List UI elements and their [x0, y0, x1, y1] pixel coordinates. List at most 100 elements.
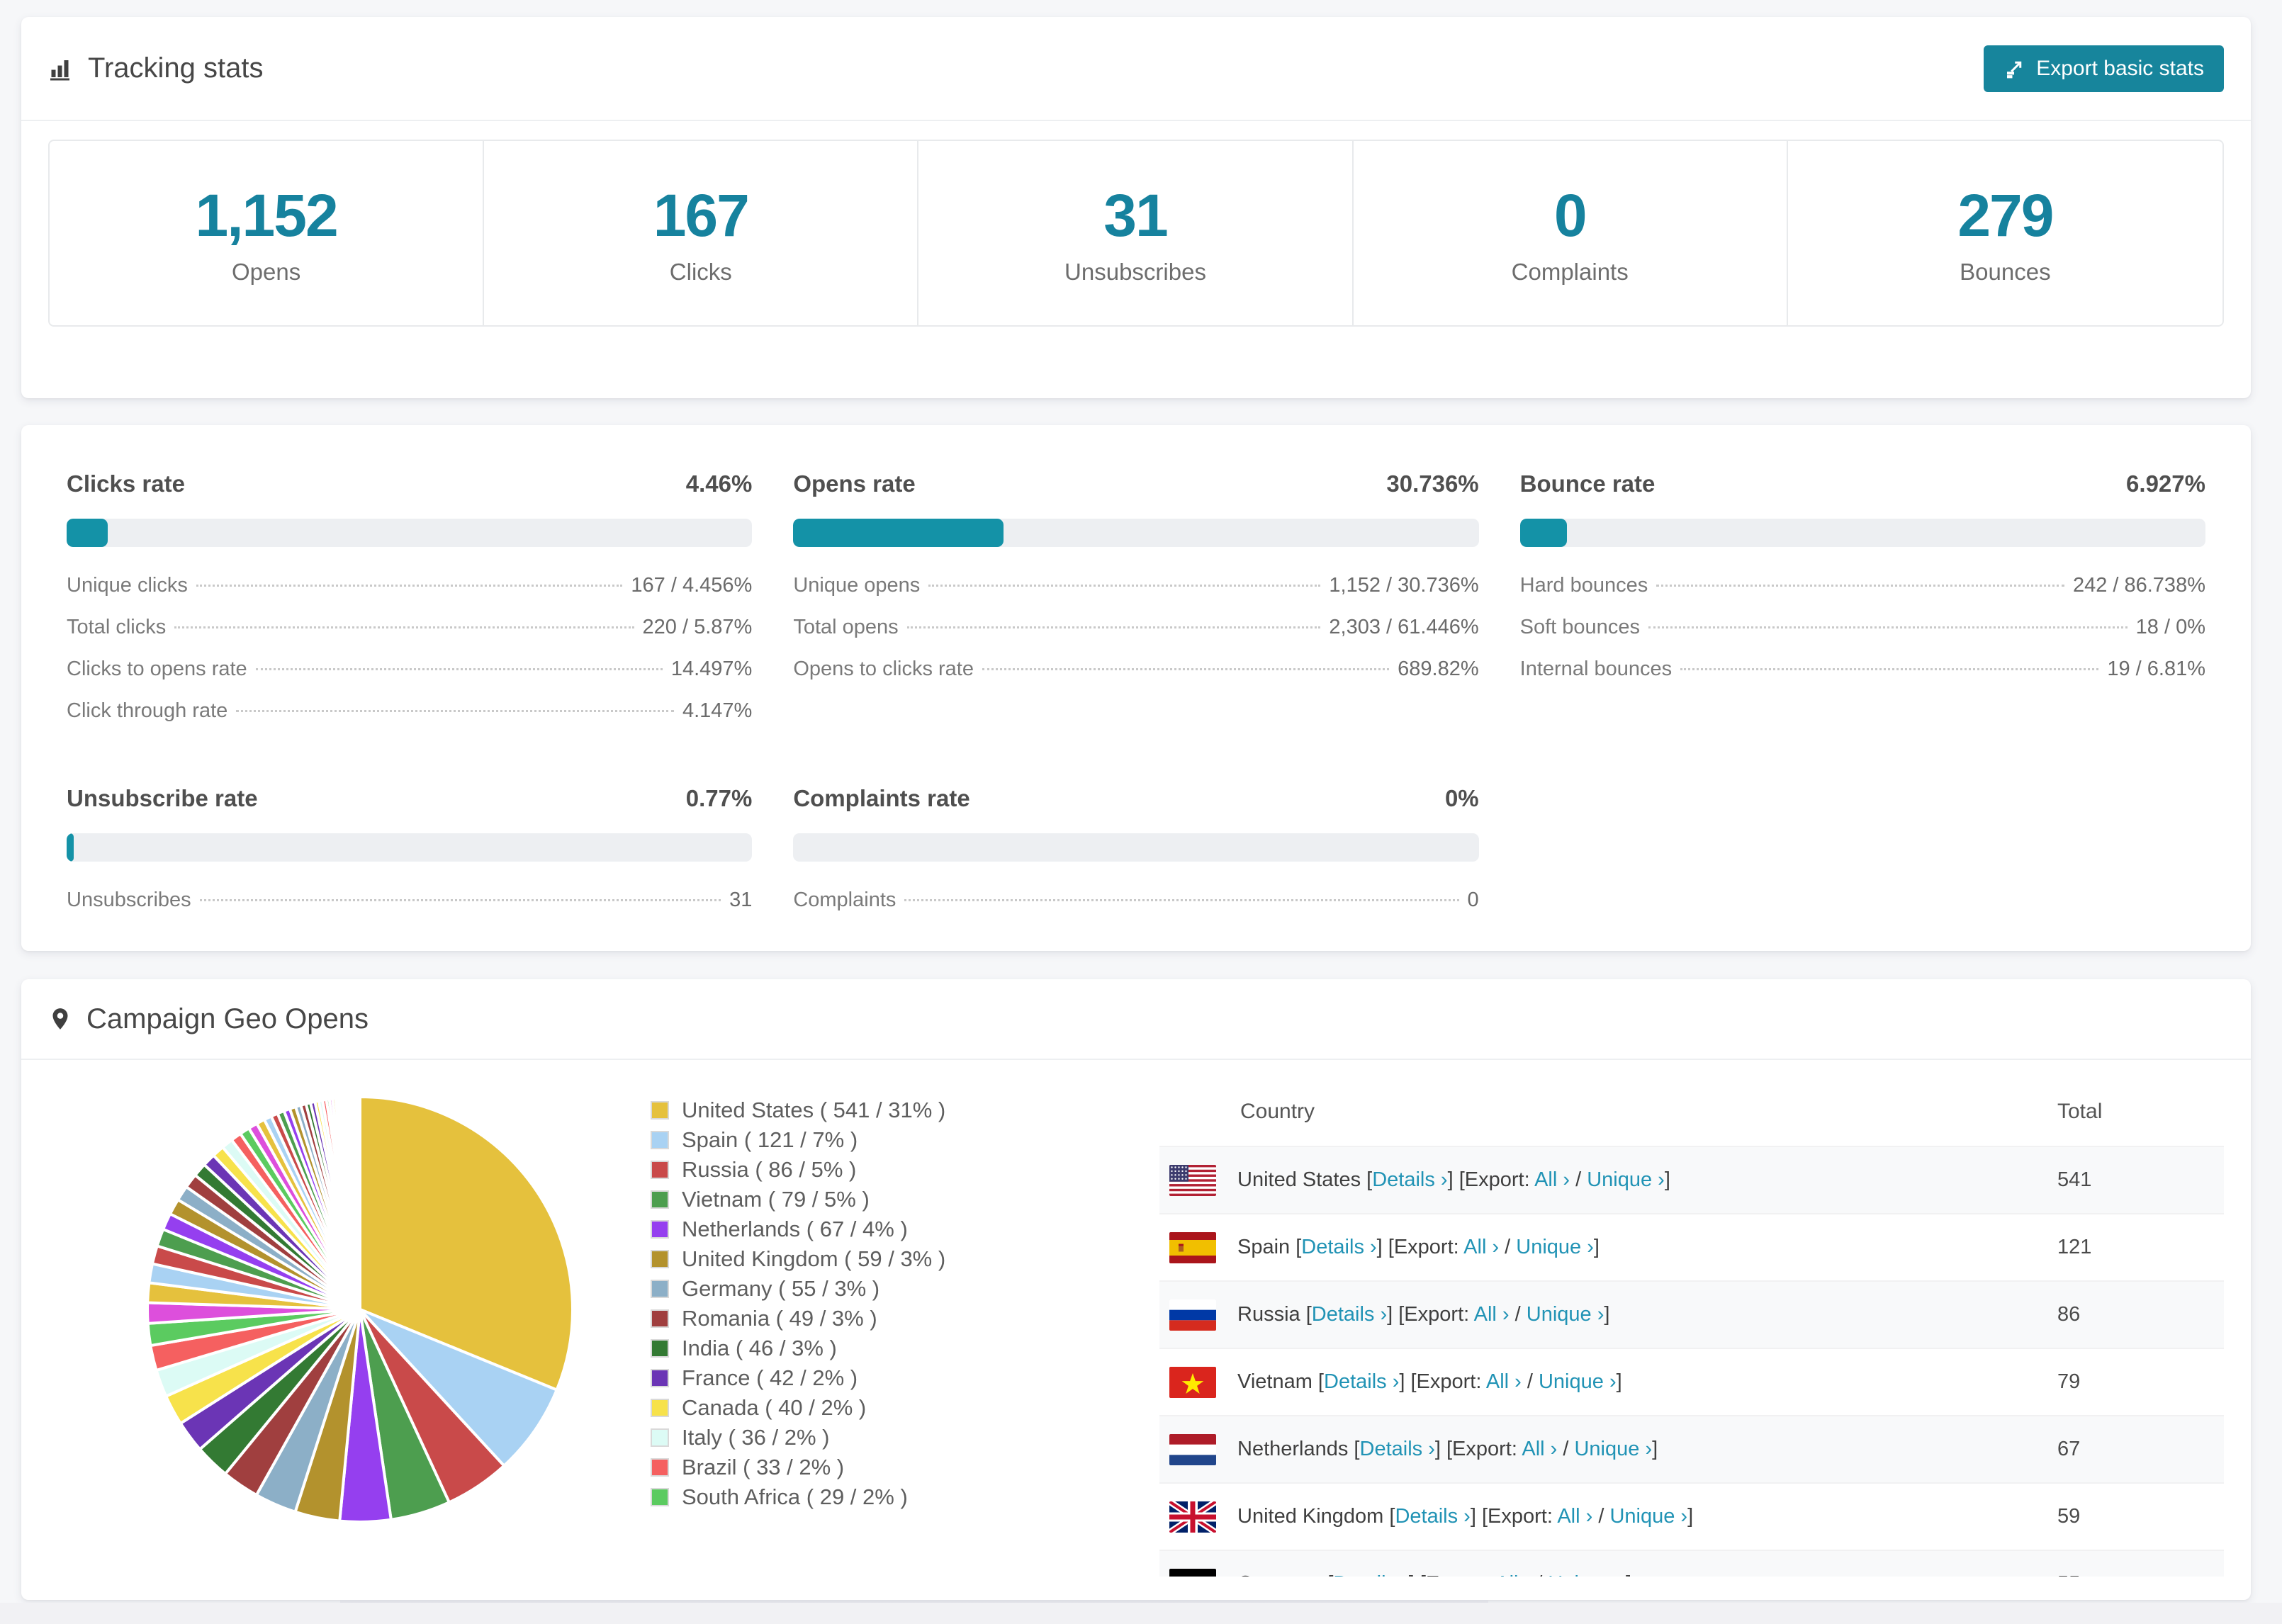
rate-detail-label: Soft bounces — [1519, 616, 1640, 638]
legend-label: Netherlands ( 67 / 4% ) — [682, 1217, 908, 1241]
export-unique-link[interactable]: Unique › — [1516, 1236, 1594, 1258]
pie-chart-svg — [146, 1095, 574, 1523]
country-name: United Kingdom — [1237, 1505, 1384, 1528]
rate-detail-value: 4.147% — [682, 699, 753, 722]
flag-icon-de — [1169, 1568, 1216, 1577]
rate-progress-track — [1519, 519, 2205, 547]
details-link[interactable]: Details › — [1312, 1303, 1387, 1326]
rate-detail-value: 167 / 4.456% — [631, 574, 753, 597]
rate-progress-fill — [67, 519, 108, 547]
legend-label: Brazil ( 33 / 2% ) — [682, 1455, 845, 1479]
rate-detail-value: 2,303 / 61.446% — [1329, 616, 1479, 638]
table-row-spain: Spain [Details ›] [Export: All › / Uniqu… — [1159, 1213, 2224, 1280]
legend-swatch — [651, 1309, 669, 1328]
rate-section-opens-rate: Opens rate 30.736% Unique opens 1,152 / … — [793, 470, 1479, 741]
column-header-total: Total — [2057, 1099, 2103, 1123]
dotted-leader — [906, 626, 1321, 628]
export-unique-link[interactable]: Unique › — [1574, 1438, 1652, 1460]
dotted-leader — [1648, 626, 2128, 628]
rate-header: Bounce rate 6.927% — [1520, 470, 2205, 497]
rate-progress-track — [67, 519, 753, 547]
country-name: Russia — [1237, 1303, 1300, 1326]
rate-progress-track — [793, 833, 1479, 862]
rate-detail-row: Opens to clicks rate 689.82% — [793, 658, 1478, 681]
flag-icon-ru — [1169, 1299, 1216, 1331]
geo-pie-chart — [48, 1077, 651, 1577]
legend-item-united-states: United States ( 541 / 31% ) — [651, 1095, 1019, 1125]
campaign-geo-opens-panel: Campaign Geo Opens United States ( 541 /… — [21, 979, 2251, 1600]
total-cell: 86 — [2057, 1303, 2081, 1326]
stat-value: 1,152 — [195, 181, 338, 249]
legend-swatch — [651, 1250, 669, 1268]
table-row-netherlands: Netherlands [Details ›] [Export: All › /… — [1159, 1415, 2224, 1482]
rate-detail-value: 31 — [729, 889, 753, 911]
total-cell: 67 — [2057, 1438, 2081, 1460]
stat-label: Opens — [231, 258, 301, 285]
export-all-link[interactable]: All › — [1463, 1236, 1499, 1258]
details-link[interactable]: Details › — [1301, 1236, 1376, 1258]
dotted-leader — [904, 899, 1459, 901]
tracking-stats-header: Tracking stats Export basic stats — [21, 17, 2251, 121]
legend-item-canada: Canada ( 40 / 2% ) — [651, 1393, 1019, 1423]
rate-detail-row: Total opens 2,303 / 61.446% — [793, 616, 1478, 639]
rate-section-bounce-rate: Bounce rate 6.927% Hard bounces 242 / 86… — [1519, 470, 2205, 741]
flag-icon-gb — [1169, 1501, 1216, 1533]
legend-label: Russia ( 86 / 5% ) — [682, 1157, 857, 1182]
export-basic-stats-button[interactable]: Export basic stats — [1984, 45, 2224, 92]
rate-section-unsubscribe-rate: Unsubscribe rate 0.77% Unsubscribes 31 — [67, 785, 753, 930]
export-all-link[interactable]: All › — [1557, 1505, 1592, 1528]
stat-label: Bounces — [1960, 258, 2051, 285]
legend-label: United States ( 541 / 31% ) — [682, 1098, 946, 1122]
country-cell: United States [Details ›] [Export: All ›… — [1159, 1164, 2057, 1196]
rate-header: Complaints rate 0% — [793, 785, 1478, 812]
legend-item-romania: Romania ( 49 / 3% ) — [651, 1304, 1019, 1333]
legend-swatch — [651, 1339, 669, 1358]
export-unique-link[interactable]: Unique › — [1527, 1303, 1604, 1326]
table-row-united-states: United States [Details ›] [Export: All ›… — [1159, 1146, 2224, 1213]
tracking-stats-panel: Tracking stats Export basic stats 1,152 … — [21, 17, 2251, 398]
tracking-stats-title: Tracking stats — [48, 52, 263, 84]
export-all-link[interactable]: All › — [1522, 1438, 1557, 1460]
export-unique-link[interactable]: Unique › — [1548, 1572, 1626, 1577]
flag-icon-vn — [1169, 1366, 1216, 1398]
tracking-stats-body: 1,152 Opens 167 Clicks 31 Unsubscribes 0 Co… — [21, 121, 2251, 327]
geo-title: Campaign Geo Opens — [48, 1003, 369, 1035]
legend-item-united-kingdom: United Kingdom ( 59 / 3% ) — [651, 1244, 1019, 1274]
table-row-united-kingdom: United Kingdom [Details ›] [Export: All … — [1159, 1482, 2224, 1550]
rate-title: Complaints rate — [793, 785, 970, 811]
legend-label: Vietnam ( 79 / 5% ) — [682, 1187, 870, 1212]
country-cell: Spain [Details ›] [Export: All › / Uniqu… — [1159, 1231, 2057, 1263]
export-all-link[interactable]: All › — [1486, 1370, 1522, 1393]
column-header-country: Country — [1240, 1099, 1315, 1123]
export-unique-link[interactable]: Unique › — [1539, 1370, 1617, 1393]
export-all-link[interactable]: All › — [1534, 1168, 1570, 1191]
export-all-link[interactable]: All › — [1495, 1572, 1531, 1577]
details-link[interactable]: Details › — [1333, 1572, 1408, 1577]
rate-detail-rows: Hard bounces 242 / 86.738% Soft bounces … — [1520, 574, 2205, 681]
dotted-leader — [1680, 668, 2099, 670]
rate-value: 6.927% — [2126, 470, 2205, 497]
dotted-leader — [196, 585, 623, 587]
stat-value: 279 — [1957, 181, 2054, 249]
details-link[interactable]: Details › — [1372, 1168, 1447, 1191]
rate-detail-row: Total clicks 220 / 5.87% — [67, 616, 752, 639]
export-all-link[interactable]: All › — [1474, 1303, 1510, 1326]
rate-detail-value: 242 / 86.738% — [2072, 574, 2205, 597]
rate-detail-rows: Unsubscribes 31 — [67, 889, 752, 912]
flag-icon-es — [1169, 1231, 1216, 1263]
legend-swatch — [651, 1131, 669, 1149]
country-links: Spain [Details ›] [Export: All › / Uniqu… — [1237, 1236, 1600, 1258]
export-unique-link[interactable]: Unique › — [1587, 1168, 1665, 1191]
rate-detail-value: 14.497% — [670, 658, 753, 680]
details-link[interactable]: Details › — [1324, 1370, 1399, 1393]
export-unique-link[interactable]: Unique › — [1609, 1505, 1687, 1528]
rate-progress-fill — [793, 519, 1004, 547]
rate-detail-value: 220 / 5.87% — [642, 616, 753, 638]
total-cell: 121 — [2057, 1236, 2092, 1258]
details-link[interactable]: Details › — [1360, 1438, 1435, 1460]
details-link[interactable]: Details › — [1395, 1505, 1470, 1528]
country-cell: Germany [Details ›] [Export: All › / Uni… — [1159, 1568, 2057, 1577]
stat-card-unsubscribes: 31 Unsubscribes — [918, 141, 1354, 325]
legend-item-russia: Russia ( 86 / 5% ) — [651, 1155, 1019, 1185]
legend-label: Germany ( 55 / 3% ) — [682, 1276, 880, 1301]
